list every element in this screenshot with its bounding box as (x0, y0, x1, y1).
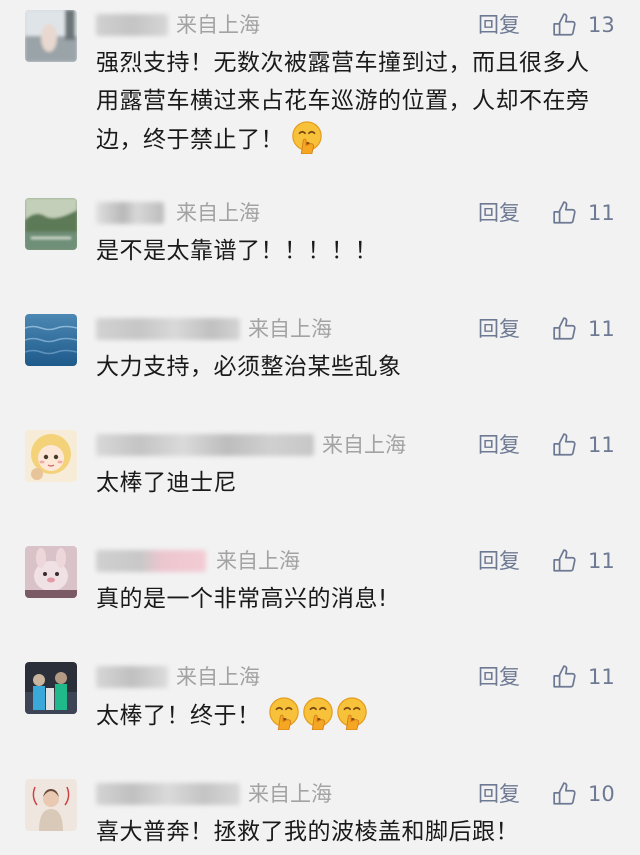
avatar-image (25, 314, 77, 366)
avatar-image (25, 198, 77, 250)
username-blurred (96, 550, 206, 572)
location-label: 来自上海 (322, 433, 406, 457)
comment-text-body: 太棒了！终于！ (96, 703, 261, 729)
username-blurred (96, 434, 314, 456)
user-avatar[interactable] (25, 430, 77, 482)
thumbs-up-icon (553, 665, 576, 688)
user-avatar[interactable] (25, 779, 77, 831)
avatar-image (25, 430, 77, 482)
reply-button[interactable]: 回复 (478, 10, 520, 40)
username-blurred (96, 202, 164, 224)
username-blurred (96, 783, 240, 805)
reply-button[interactable]: 回复 (478, 779, 520, 809)
emoji-row (290, 120, 324, 154)
user-avatar[interactable] (25, 662, 77, 714)
like-count: 13 (588, 13, 615, 37)
like-count: 11 (588, 317, 615, 341)
like-button[interactable]: 11 (552, 430, 615, 460)
avatar-image (25, 10, 77, 62)
like-button[interactable]: 11 (552, 314, 615, 344)
like-count: 11 (588, 201, 615, 225)
thumbs-up-icon (553, 549, 576, 572)
shushing-face-emoji (292, 121, 322, 154)
like-button[interactable]: 11 (552, 662, 615, 692)
like-button[interactable]: 11 (552, 546, 615, 576)
location-label: 来自上海 (176, 13, 260, 37)
user-avatar[interactable] (25, 10, 77, 62)
emoji-row (267, 696, 369, 730)
comment-text: 大力支持，必须整治某些乱象 (96, 354, 402, 380)
location-label: 来自上海 (176, 665, 260, 689)
reply-button[interactable]: 回复 (478, 546, 520, 576)
comment-text: 真的是一个非常高兴的消息! (96, 586, 388, 612)
thumbs-up-icon (553, 317, 576, 340)
thumbs-up-icon (553, 433, 576, 456)
comment-text: 喜大普奔！拯救了我的波棱盖和脚后跟！ (96, 819, 519, 845)
like-count: 11 (588, 433, 615, 457)
user-avatar[interactable] (25, 314, 77, 366)
comment-text: 太棒了！终于！ (96, 696, 606, 735)
like-button[interactable]: 10 (552, 779, 615, 809)
user-avatar[interactable] (25, 546, 77, 598)
like-count: 11 (588, 549, 615, 573)
reply-button[interactable]: 回复 (478, 198, 520, 228)
avatar-image (25, 546, 77, 598)
avatar-image (25, 779, 77, 831)
username-blurred (96, 14, 168, 36)
location-label: 来自上海 (176, 201, 260, 225)
thumbs-up-icon (553, 201, 576, 224)
like-button[interactable]: 11 (552, 198, 615, 228)
shushing-face-emoji (268, 697, 299, 730)
reply-button[interactable]: 回复 (478, 662, 520, 692)
like-count: 10 (588, 782, 615, 806)
comment-text: 太棒了迪士尼 (96, 470, 237, 496)
reply-button[interactable]: 回复 (478, 430, 520, 460)
like-button[interactable]: 13 (552, 10, 615, 40)
shushing-face-emoji (302, 697, 333, 730)
location-label: 来自上海 (216, 549, 300, 573)
like-count: 11 (588, 665, 615, 689)
username-blurred (96, 318, 240, 340)
reply-button[interactable]: 回复 (478, 314, 520, 344)
shushing-face-emoji (336, 697, 367, 730)
thumbs-up-icon (553, 13, 576, 36)
thumbs-up-icon (553, 782, 576, 805)
comment-text: 强烈支持！无数次被露营车撞到过，而且很多人用露营车横过来占花车巡游的位置，人却不… (96, 44, 606, 159)
comment-text-body: 强烈支持！无数次被露营车撞到过，而且很多人用露营车横过来占花车巡游的位置，人却不… (96, 50, 590, 153)
user-avatar[interactable] (25, 198, 77, 250)
avatar-image (25, 662, 77, 714)
username-blurred (96, 666, 168, 688)
comment-text: 是不是太靠谱了！！！！！ (96, 238, 378, 264)
location-label: 来自上海 (248, 317, 332, 341)
location-label: 来自上海 (248, 782, 332, 806)
